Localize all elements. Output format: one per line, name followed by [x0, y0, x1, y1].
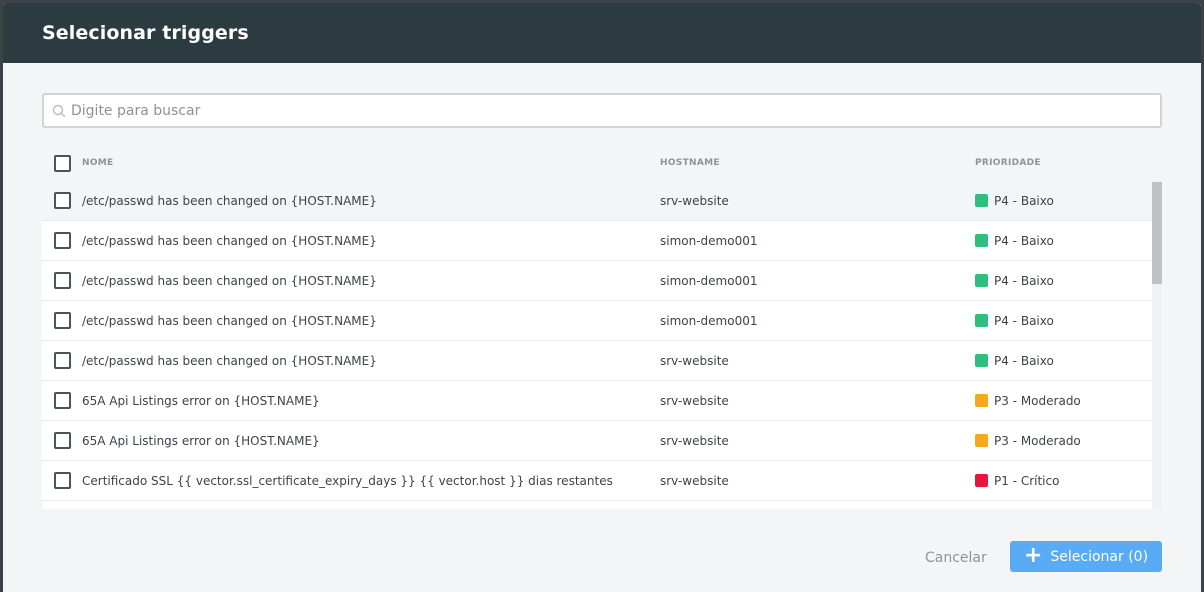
plus-icon: + [1023, 542, 1043, 568]
cancel-button[interactable]: Cancelar [925, 543, 987, 573]
row-checkbox[interactable] [54, 272, 71, 289]
trigger-name: /etc/passwd has been changed on {HOST.NA… [82, 313, 377, 328]
row-checkbox[interactable] [54, 472, 71, 489]
row-checkbox[interactable] [54, 392, 71, 409]
priority-label: P1 - Crítico [994, 473, 1060, 488]
priority-color-indicator [975, 354, 988, 367]
column-header-priority[interactable]: PRIORIDADE [975, 158, 1041, 168]
table-row[interactable]: /etc/passwd has been changed on {HOST.NA… [42, 221, 1162, 261]
trigger-name: /etc/passwd has been changed on {HOST.NA… [82, 193, 377, 208]
table-scrollbar[interactable] [1152, 181, 1162, 509]
priority-label: P3 - Moderado [994, 433, 1081, 448]
trigger-priority: P4 - Baixo [975, 234, 1054, 248]
trigger-name: 65A Api Listings error on {HOST.NAME} [82, 393, 320, 408]
table-row[interactable]: 65A Api Listings error on {HOST.NAME} srv… [42, 421, 1162, 461]
trigger-name: /etc/passwd has been changed on {HOST.NA… [82, 353, 377, 368]
priority-color-indicator [975, 274, 988, 287]
priority-color-indicator [975, 434, 988, 447]
trigger-priority: P4 - Baixo [975, 314, 1054, 328]
priority-label: P4 - Baixo [994, 193, 1054, 208]
column-header-name[interactable]: NOME [82, 158, 114, 168]
row-checkbox[interactable] [54, 192, 71, 209]
scrollbar-thumb[interactable] [1152, 182, 1162, 284]
table-body: /etc/passwd has been changed on {HOST.NA… [42, 181, 1162, 501]
table-row[interactable]: /etc/passwd has been changed on {HOST.NA… [42, 181, 1162, 221]
trigger-priority: P4 - Baixo [975, 274, 1054, 288]
trigger-hostname: srv-website [660, 193, 729, 208]
row-checkbox[interactable] [54, 352, 71, 369]
priority-color-indicator [975, 194, 988, 207]
table-row[interactable]: /etc/passwd has been changed on {HOST.NA… [42, 341, 1162, 381]
trigger-hostname: simon-demo001 [660, 273, 758, 288]
priority-color-indicator [975, 474, 988, 487]
table-row[interactable]: /etc/passwd has been changed on {HOST.NA… [42, 301, 1162, 341]
trigger-hostname: srv-website [660, 393, 729, 408]
dialog-title: Selecionar triggers [42, 22, 249, 44]
trigger-name: /etc/passwd has been changed on {HOST.NA… [82, 233, 377, 248]
trigger-hostname: srv-website [660, 353, 729, 368]
table-row[interactable]: Certificado SSL {{ vector.ssl_certificat… [42, 461, 1162, 501]
trigger-priority: P1 - Crítico [975, 474, 1059, 488]
priority-label: P4 - Baixo [994, 313, 1054, 328]
search-input[interactable] [71, 95, 1160, 126]
search-box [42, 93, 1162, 128]
trigger-hostname: simon-demo001 [660, 313, 758, 328]
column-header-hostname[interactable]: HOSTNAME [660, 158, 720, 168]
table-header: NOME HOSTNAME PRIORIDADE [42, 145, 1162, 181]
trigger-priority: P3 - Moderado [975, 434, 1081, 448]
trigger-priority: P4 - Baixo [975, 354, 1054, 368]
trigger-name: Certificado SSL {{ vector.ssl_certificat… [82, 473, 613, 488]
trigger-hostname: srv-website [660, 433, 729, 448]
row-checkbox[interactable] [54, 312, 71, 329]
priority-label: P4 - Baixo [994, 233, 1054, 248]
priority-color-indicator [975, 314, 988, 327]
priority-color-indicator [975, 394, 988, 407]
select-triggers-dialog: Selecionar triggers NOME HOSTNAME PRIORI… [3, 3, 1201, 592]
priority-label: P3 - Moderado [994, 393, 1081, 408]
select-all-checkbox[interactable] [54, 155, 71, 172]
trigger-priority: P3 - Moderado [975, 394, 1081, 408]
trigger-hostname: srv-website [660, 473, 729, 488]
row-checkbox[interactable] [54, 432, 71, 449]
priority-color-indicator [975, 234, 988, 247]
priority-label: P4 - Baixo [994, 353, 1054, 368]
table-row[interactable]: /etc/passwd has been changed on {HOST.NA… [42, 261, 1162, 301]
select-button[interactable]: + Selecionar (0) [1010, 541, 1162, 572]
trigger-name: 65A Api Listings error on {HOST.NAME} [82, 433, 320, 448]
triggers-table: NOME HOSTNAME PRIORIDADE /etc/passwd has… [42, 145, 1162, 509]
trigger-priority: P4 - Baixo [975, 194, 1054, 208]
table-row[interactable]: 65A Api Listings error on {HOST.NAME} srv… [42, 381, 1162, 421]
row-checkbox[interactable] [54, 232, 71, 249]
select-button-label: Selecionar (0) [1050, 548, 1149, 565]
trigger-hostname: simon-demo001 [660, 233, 758, 248]
priority-label: P4 - Baixo [994, 273, 1054, 288]
trigger-name: /etc/passwd has been changed on {HOST.NA… [82, 273, 377, 288]
search-icon [50, 102, 68, 120]
dialog-header: Selecionar triggers [3, 3, 1201, 63]
